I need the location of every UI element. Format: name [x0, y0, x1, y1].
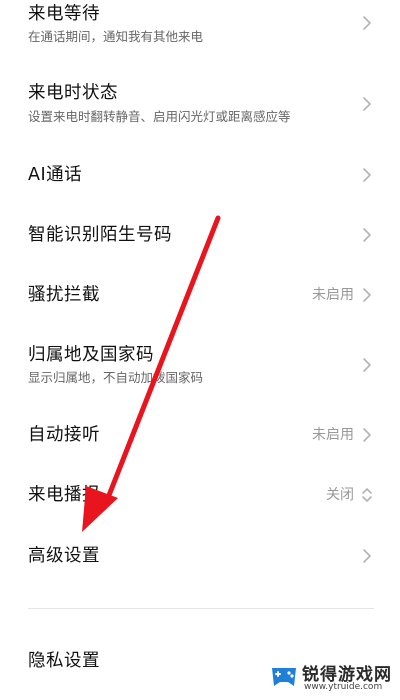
chevron-right-icon	[363, 168, 371, 182]
setting-title: 归属地及国家码	[28, 345, 154, 365]
setting-title: 智能识别陌生号码	[28, 225, 172, 245]
setting-value: 未启用	[312, 287, 354, 303]
setting-location-country-code[interactable]: 归属地及国家码 显示归属地，不自动加拨国家码	[0, 332, 400, 396]
setting-title: 骚扰拦截	[28, 285, 100, 305]
setting-title: 高级设置	[28, 546, 100, 566]
setting-incoming-call-status[interactable]: 来电时状态 设置来电时翻转静音、启用闪光灯或距离感应等	[0, 72, 400, 136]
setting-title: 自动接听	[28, 425, 100, 445]
setting-harassment-blocking[interactable]: 骚扰拦截 未启用	[0, 268, 400, 322]
setting-auto-answer[interactable]: 自动接听 未启用	[0, 408, 400, 462]
chevron-right-icon	[363, 358, 371, 372]
call-settings-screen: 来电等待 在通话期间，通知我有其他来电 来电时状态 设置来电时翻转静音、启用闪光…	[0, 0, 400, 700]
setting-title: 来电时状态	[28, 83, 118, 103]
setting-subtitle: 显示归属地，不自动加拨国家码	[28, 370, 204, 385]
chevron-right-icon	[363, 549, 371, 563]
gamepad-logo-icon	[272, 668, 296, 686]
chevron-right-icon	[363, 16, 371, 30]
setting-title: 来电等待	[28, 4, 100, 24]
setting-call-announcement[interactable]: 来电播报 关闭	[0, 468, 400, 522]
setting-title: AI通话	[28, 165, 83, 185]
chevron-right-icon	[363, 288, 371, 302]
chevron-right-icon	[363, 228, 371, 242]
setting-call-waiting[interactable]: 来电等待 在通话期间，通知我有其他来电	[0, 0, 400, 58]
site-watermark: 锐得游戏网 www.ytruide.com	[268, 658, 394, 698]
chevron-right-icon	[363, 97, 371, 111]
setting-ai-call[interactable]: AI通话	[0, 148, 400, 202]
setting-value: 关闭	[326, 487, 354, 503]
setting-advanced[interactable]: 高级设置	[0, 528, 400, 582]
setting-identify-unknown-numbers[interactable]: 智能识别陌生号码	[0, 208, 400, 262]
setting-title: 隐私设置	[28, 651, 100, 671]
section-divider	[28, 608, 374, 609]
setting-subtitle: 在通话期间，通知我有其他来电	[28, 29, 204, 44]
chevron-up-down-icon	[362, 488, 372, 502]
setting-value: 未启用	[312, 427, 354, 443]
setting-title: 来电播报	[28, 485, 100, 505]
watermark-url: www.ytruide.com	[304, 682, 383, 692]
setting-subtitle: 设置来电时翻转静音、启用闪光灯或距离感应等	[28, 109, 291, 124]
chevron-right-icon	[363, 428, 371, 442]
